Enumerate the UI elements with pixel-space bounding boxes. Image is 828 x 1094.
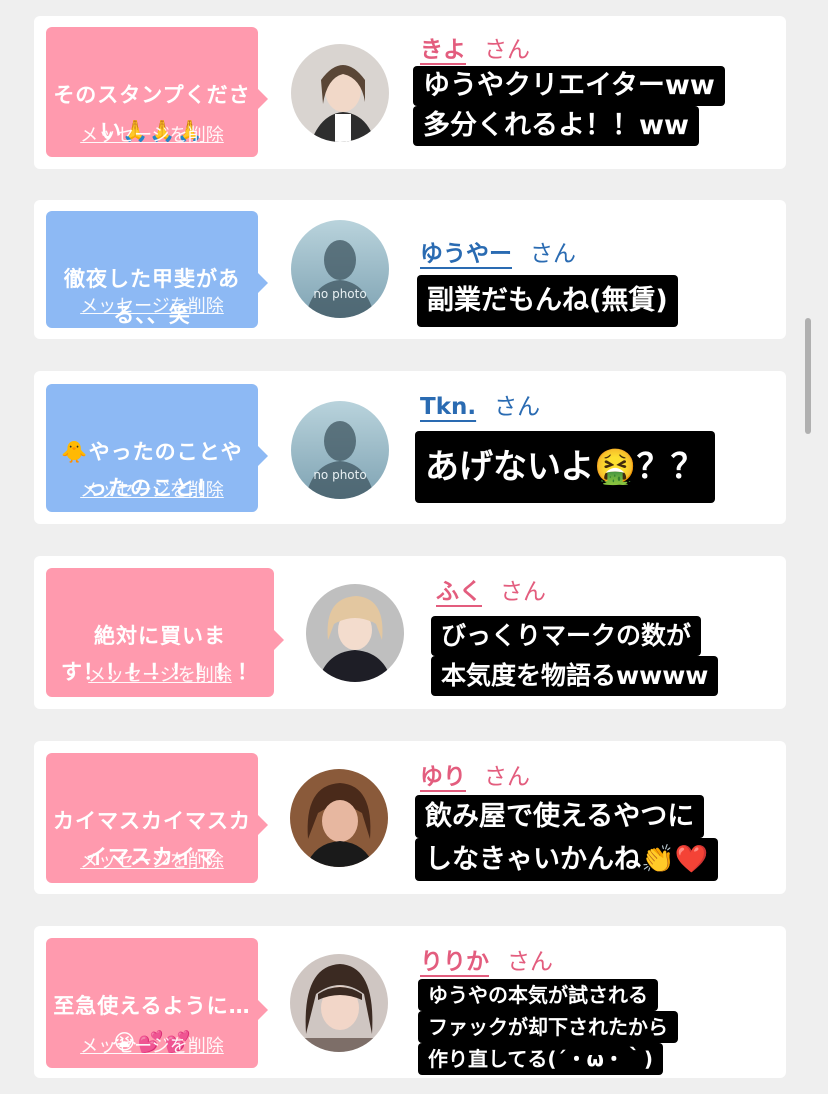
comment-line: 副業だもんね(無賃) (417, 275, 678, 327)
comment: あげないよ🤮？？ (415, 431, 715, 503)
honorific: さん (500, 579, 546, 605)
stamp-message-bubble: そのスタンプください🙏🙏🙏 メッセージを削除 (46, 27, 268, 157)
sender-name[interactable]: きよ (420, 37, 466, 63)
sender-name-line: ふく さん (436, 572, 546, 606)
svg-text:no photo: no photo (313, 287, 366, 301)
comment-line: ファックが却下されたから (418, 1011, 678, 1043)
delete-message-link[interactable]: メッセージを削除 (46, 1032, 258, 1058)
honorific: さん (494, 394, 541, 420)
sender-name-line: りりか さん (420, 942, 553, 976)
delete-message-link[interactable]: メッセージを削除 (46, 476, 258, 502)
sender-name-line: ゆり さん (420, 757, 530, 791)
sender-name[interactable]: Tkn. (420, 394, 476, 420)
delete-message-link[interactable]: メッセージを削除 (46, 292, 258, 318)
sender-name-line: ゆうやー さん (420, 234, 576, 268)
honorific: さん (530, 241, 576, 267)
sender-name[interactable]: ゆうやー (420, 241, 512, 267)
avatar[interactable] (290, 769, 388, 867)
comment-line: 飲み屋で使えるやつに (415, 795, 705, 838)
comment-line: びっくりマークの数が (431, 616, 702, 656)
message-card: 絶対に買います！！！！！！！！ メッセージを削除 ふく さん びっくりマークの数が… (34, 556, 786, 709)
comment-line: 作り直してる(´・ω・｀) (418, 1043, 664, 1075)
user-photo-icon (290, 954, 388, 1052)
comment: 副業だもんね(無賃) (417, 275, 678, 327)
comment-line: ゆうやクリエイターww (413, 66, 725, 106)
no-photo-placeholder-icon: no photo (291, 401, 389, 499)
stamp-message-bubble: 徹夜した甲斐がある、、笑 メッセージを削除 (46, 211, 268, 328)
avatar[interactable] (291, 44, 389, 142)
stamp-message-bubble: 絶対に買います！！！！！！！！ メッセージを削除 (46, 568, 284, 697)
delete-message-link[interactable]: メッセージを削除 (46, 121, 258, 147)
comment: ゆうやの本気が試される ファックが却下されたから 作り直してる(´・ω・｀) (418, 979, 678, 1075)
stamp-message-bubble: 至急使えるように…😭💕💕 メッセージを削除 (46, 938, 268, 1068)
avatar[interactable]: no photo (291, 220, 389, 318)
honorific: さん (507, 949, 553, 975)
comment: 飲み屋で使えるやつに しなきゃいかんね👏❤️ (415, 795, 719, 881)
sender-name[interactable]: ふく (436, 579, 482, 605)
comment-line: しなきゃいかんね👏❤️ (415, 838, 719, 881)
avatar[interactable] (306, 584, 404, 682)
user-photo-icon (290, 769, 388, 867)
delete-message-link[interactable]: メッセージを削除 (46, 847, 258, 873)
message-card: 🐥やったのことやったのこと！ メッセージを削除 no photo Tkn. さん … (34, 371, 786, 524)
comment: びっくりマークの数が 本気度を物語るwwww (431, 616, 719, 696)
svg-text:no photo: no photo (313, 468, 366, 482)
avatar[interactable]: no photo (291, 401, 389, 499)
sender-name-line: Tkn. さん (420, 387, 540, 421)
message-card: 至急使えるように…😭💕💕 メッセージを削除 りりか さん ゆうやの本気が試される … (34, 926, 786, 1078)
user-photo-icon (291, 44, 389, 142)
sender-name-line: きよ さん (420, 30, 530, 64)
stamp-message-bubble: 🐥やったのことやったのこと！ メッセージを削除 (46, 384, 268, 512)
message-card: カイマスカイマスカイマスカイマ メッセージを削除 ゆり さん 飲み屋で使えるやつに… (34, 741, 786, 894)
no-photo-placeholder-icon: no photo (291, 220, 389, 318)
comment: ゆうやクリエイターww 多分くれるよ！！ww (413, 66, 725, 146)
scrollbar-thumb[interactable] (805, 318, 811, 434)
delete-message-link[interactable]: メッセージを削除 (46, 661, 274, 687)
comment-line: 多分くれるよ！！ww (413, 106, 699, 146)
comment-line: 本気度を物語るwwww (431, 656, 719, 696)
user-photo-icon (306, 584, 404, 682)
avatar[interactable] (290, 954, 388, 1052)
message-card: そのスタンプください🙏🙏🙏 メッセージを削除 きよ さん ゆうやクリエイターww … (34, 16, 786, 169)
comment-line: ゆうやの本気が試される (418, 979, 658, 1011)
comment-line: あげないよ🤮？？ (415, 431, 715, 503)
sender-name[interactable]: りりか (420, 949, 489, 975)
message-card: 徹夜した甲斐がある、、笑 メッセージを削除 no photo ゆうやー さん 副業… (34, 200, 786, 339)
honorific: さん (484, 37, 530, 63)
sender-name[interactable]: ゆり (420, 764, 466, 790)
stamp-message-bubble: カイマスカイマスカイマスカイマ メッセージを削除 (46, 753, 268, 883)
honorific: さん (484, 764, 530, 790)
